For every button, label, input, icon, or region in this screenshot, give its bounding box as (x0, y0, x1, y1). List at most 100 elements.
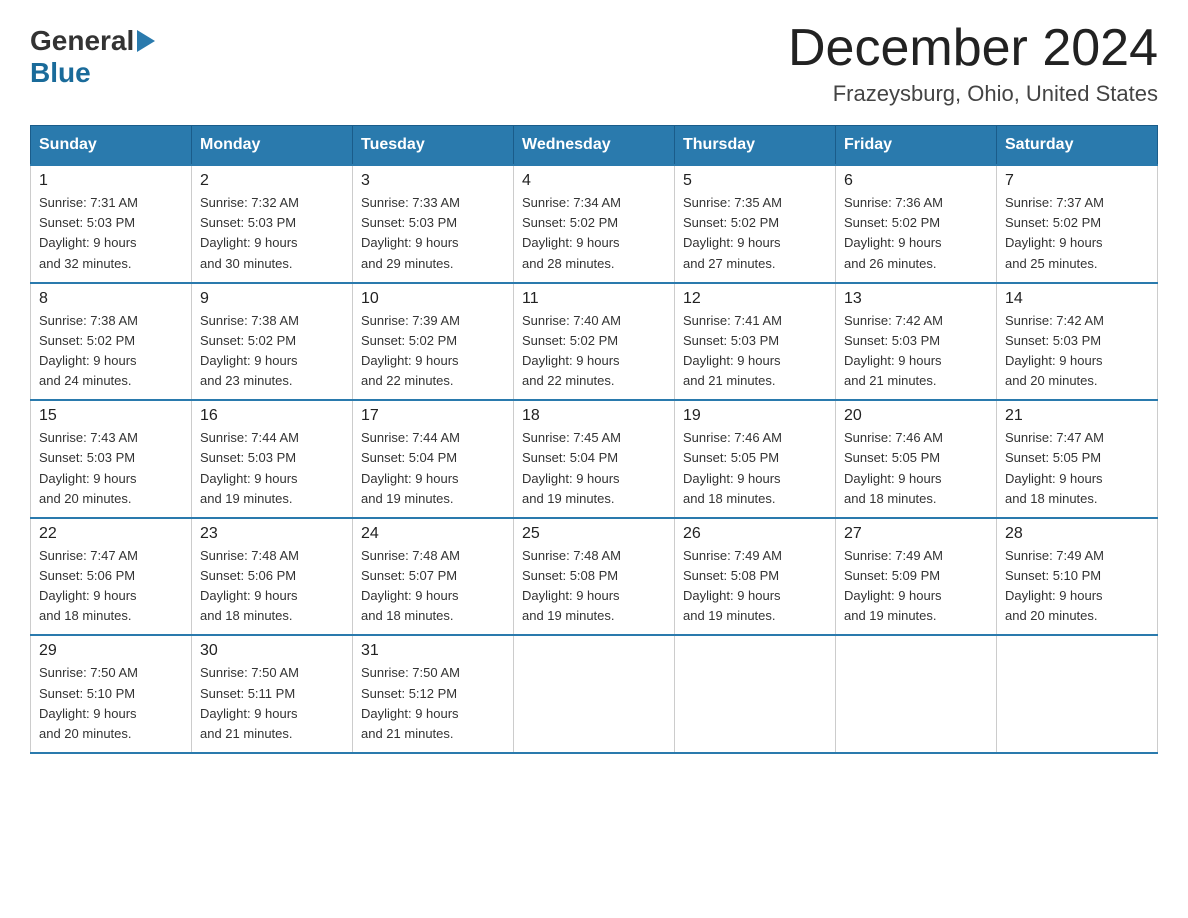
weekday-header-row: SundayMondayTuesdayWednesdayThursdayFrid… (31, 126, 1158, 166)
calendar-cell: 26 Sunrise: 7:49 AMSunset: 5:08 PMDayligh… (675, 518, 836, 636)
day-info: Sunrise: 7:47 AMSunset: 5:05 PMDaylight:… (1005, 428, 1149, 509)
page-subtitle: Frazeysburg, Ohio, United States (788, 81, 1158, 107)
calendar-week-row: 8 Sunrise: 7:38 AMSunset: 5:02 PMDaylight… (31, 283, 1158, 401)
calendar-cell (836, 635, 997, 753)
calendar-cell: 31Sunrise: 7:50 AMSunset: 5:12 PMDayligh… (353, 635, 514, 753)
day-number: 6 (844, 172, 988, 190)
weekday-header-tuesday: Tuesday (353, 126, 514, 166)
calendar-cell: 25 Sunrise: 7:48 AMSunset: 5:08 PMDayligh… (514, 518, 675, 636)
day-info: Sunrise: 7:48 AMSunset: 5:06 PMDaylight:… (200, 546, 344, 627)
calendar-cell: 4 Sunrise: 7:34 AMSunset: 5:02 PMDaylight… (514, 165, 675, 283)
day-info: Sunrise: 7:38 AMSunset: 5:02 PMDaylight:… (200, 311, 344, 392)
day-info: Sunrise: 7:41 AMSunset: 5:03 PMDaylight:… (683, 311, 827, 392)
day-info: Sunrise: 7:37 AMSunset: 5:02 PMDaylight:… (1005, 193, 1149, 274)
day-info: Sunrise: 7:46 AMSunset: 5:05 PMDaylight:… (683, 428, 827, 509)
day-info: Sunrise: 7:49 AMSunset: 5:08 PMDaylight:… (683, 546, 827, 627)
day-number: 15 (39, 407, 183, 425)
logo-general-text: General (30, 25, 134, 57)
day-number: 11 (522, 290, 666, 308)
day-number: 7 (1005, 172, 1149, 190)
calendar-cell (514, 635, 675, 753)
day-number: 23 (200, 525, 344, 543)
day-info: Sunrise: 7:48 AMSunset: 5:08 PMDaylight:… (522, 546, 666, 627)
calendar-cell: 27 Sunrise: 7:49 AMSunset: 5:09 PMDayligh… (836, 518, 997, 636)
day-number: 12 (683, 290, 827, 308)
day-info: Sunrise: 7:35 AMSunset: 5:02 PMDaylight:… (683, 193, 827, 274)
day-number: 17 (361, 407, 505, 425)
day-number: 16 (200, 407, 344, 425)
calendar-cell: 30 Sunrise: 7:50 AMSunset: 5:11 PMDayligh… (192, 635, 353, 753)
day-info: Sunrise: 7:42 AMSunset: 5:03 PMDaylight:… (844, 311, 988, 392)
calendar-cell: 19 Sunrise: 7:46 AMSunset: 5:05 PMDayligh… (675, 400, 836, 518)
day-number: 8 (39, 290, 183, 308)
calendar-cell: 8 Sunrise: 7:38 AMSunset: 5:02 PMDaylight… (31, 283, 192, 401)
day-info: Sunrise: 7:36 AMSunset: 5:02 PMDaylight:… (844, 193, 988, 274)
day-info: Sunrise: 7:40 AMSunset: 5:02 PMDaylight:… (522, 311, 666, 392)
day-info: Sunrise: 7:49 AMSunset: 5:09 PMDaylight:… (844, 546, 988, 627)
calendar-cell: 28Sunrise: 7:49 AMSunset: 5:10 PMDayligh… (997, 518, 1158, 636)
day-number: 29 (39, 642, 183, 660)
logo-blue-text: Blue (30, 57, 155, 89)
weekday-header-monday: Monday (192, 126, 353, 166)
calendar-table: SundayMondayTuesdayWednesdayThursdayFrid… (30, 125, 1158, 754)
day-number: 26 (683, 525, 827, 543)
calendar-week-row: 29 Sunrise: 7:50 AMSunset: 5:10 PMDayligh… (31, 635, 1158, 753)
calendar-cell: 10Sunrise: 7:39 AMSunset: 5:02 PMDayligh… (353, 283, 514, 401)
calendar-cell: 22 Sunrise: 7:47 AMSunset: 5:06 PMDayligh… (31, 518, 192, 636)
day-number: 22 (39, 525, 183, 543)
day-info: Sunrise: 7:50 AMSunset: 5:10 PMDaylight:… (39, 663, 183, 744)
day-number: 5 (683, 172, 827, 190)
calendar-cell: 11 Sunrise: 7:40 AMSunset: 5:02 PMDayligh… (514, 283, 675, 401)
calendar-cell: 6 Sunrise: 7:36 AMSunset: 5:02 PMDaylight… (836, 165, 997, 283)
calendar-cell: 1 Sunrise: 7:31 AMSunset: 5:03 PMDaylight… (31, 165, 192, 283)
calendar-cell (675, 635, 836, 753)
day-number: 27 (844, 525, 988, 543)
calendar-cell: 20 Sunrise: 7:46 AMSunset: 5:05 PMDayligh… (836, 400, 997, 518)
day-number: 13 (844, 290, 988, 308)
day-info: Sunrise: 7:50 AMSunset: 5:12 PMDaylight:… (361, 663, 505, 744)
title-area: December 2024 Frazeysburg, Ohio, United … (788, 20, 1158, 107)
calendar-cell (997, 635, 1158, 753)
day-number: 30 (200, 642, 344, 660)
day-number: 2 (200, 172, 344, 190)
calendar-cell: 7 Sunrise: 7:37 AMSunset: 5:02 PMDaylight… (997, 165, 1158, 283)
day-number: 14 (1005, 290, 1149, 308)
day-info: Sunrise: 7:50 AMSunset: 5:11 PMDaylight:… (200, 663, 344, 744)
day-number: 20 (844, 407, 988, 425)
day-number: 24 (361, 525, 505, 543)
day-number: 25 (522, 525, 666, 543)
day-number: 18 (522, 407, 666, 425)
weekday-header-saturday: Saturday (997, 126, 1158, 166)
calendar-cell: 24 Sunrise: 7:48 AMSunset: 5:07 PMDayligh… (353, 518, 514, 636)
day-info: Sunrise: 7:31 AMSunset: 5:03 PMDaylight:… (39, 193, 183, 274)
day-number: 3 (361, 172, 505, 190)
day-info: Sunrise: 7:47 AMSunset: 5:06 PMDaylight:… (39, 546, 183, 627)
calendar-cell: 3Sunrise: 7:33 AMSunset: 5:03 PMDaylight… (353, 165, 514, 283)
day-number: 21 (1005, 407, 1149, 425)
calendar-cell: 29 Sunrise: 7:50 AMSunset: 5:10 PMDayligh… (31, 635, 192, 753)
calendar-week-row: 22 Sunrise: 7:47 AMSunset: 5:06 PMDayligh… (31, 518, 1158, 636)
day-number: 4 (522, 172, 666, 190)
day-info: Sunrise: 7:38 AMSunset: 5:02 PMDaylight:… (39, 311, 183, 392)
logo: General Blue (30, 20, 155, 89)
calendar-cell: 23 Sunrise: 7:48 AMSunset: 5:06 PMDayligh… (192, 518, 353, 636)
day-number: 10 (361, 290, 505, 308)
logo-triangle-icon (137, 30, 155, 52)
calendar-cell: 14 Sunrise: 7:42 AMSunset: 5:03 PMDayligh… (997, 283, 1158, 401)
day-info: Sunrise: 7:34 AMSunset: 5:02 PMDaylight:… (522, 193, 666, 274)
calendar-cell: 18 Sunrise: 7:45 AMSunset: 5:04 PMDayligh… (514, 400, 675, 518)
day-info: Sunrise: 7:48 AMSunset: 5:07 PMDaylight:… (361, 546, 505, 627)
weekday-header-thursday: Thursday (675, 126, 836, 166)
day-info: Sunrise: 7:49 AMSunset: 5:10 PMDaylight:… (1005, 546, 1149, 627)
calendar-cell: 9Sunrise: 7:38 AMSunset: 5:02 PMDaylight… (192, 283, 353, 401)
day-number: 1 (39, 172, 183, 190)
day-info: Sunrise: 7:46 AMSunset: 5:05 PMDaylight:… (844, 428, 988, 509)
day-info: Sunrise: 7:42 AMSunset: 5:03 PMDaylight:… (1005, 311, 1149, 392)
day-number: 19 (683, 407, 827, 425)
calendar-cell: 21 Sunrise: 7:47 AMSunset: 5:05 PMDayligh… (997, 400, 1158, 518)
day-info: Sunrise: 7:45 AMSunset: 5:04 PMDaylight:… (522, 428, 666, 509)
weekday-header-wednesday: Wednesday (514, 126, 675, 166)
day-info: Sunrise: 7:44 AMSunset: 5:04 PMDaylight:… (361, 428, 505, 509)
weekday-header-friday: Friday (836, 126, 997, 166)
calendar-cell: 13 Sunrise: 7:42 AMSunset: 5:03 PMDayligh… (836, 283, 997, 401)
